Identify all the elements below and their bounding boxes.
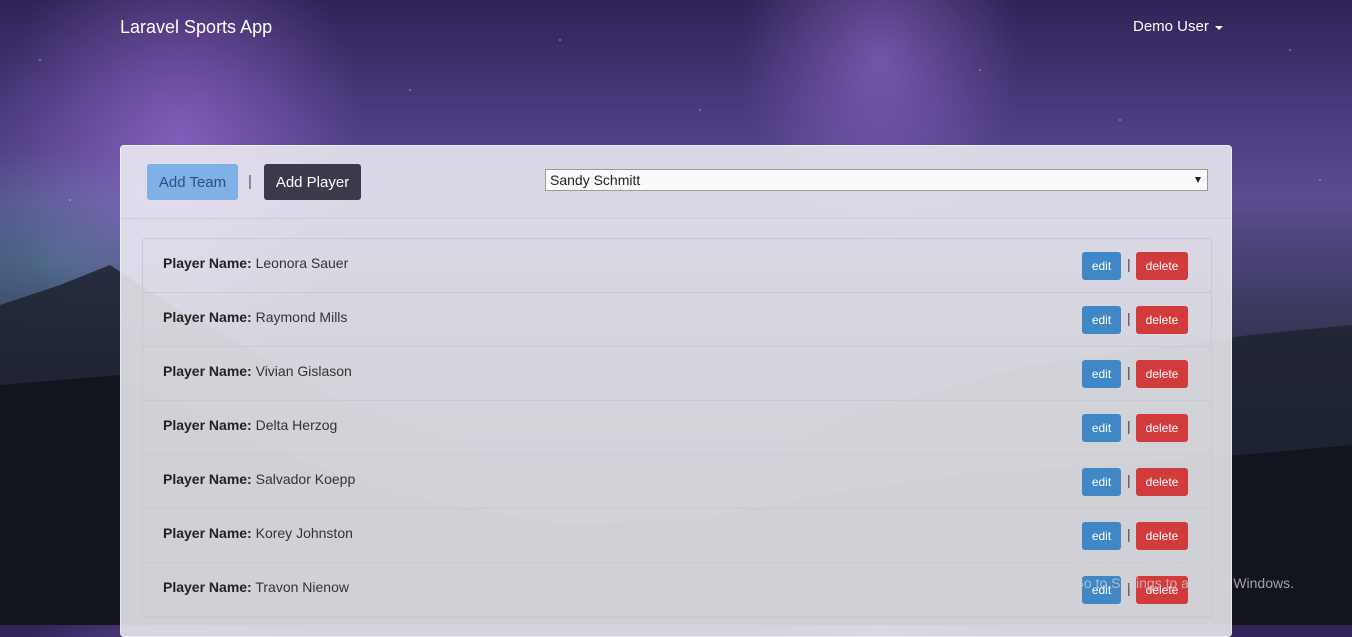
player-row: Player Name: Travon Nienow edit | delete xyxy=(143,563,1211,617)
action-separator: | xyxy=(1127,256,1131,272)
edit-button[interactable]: edit xyxy=(1082,306,1121,334)
team-select-value: Sandy Schmitt xyxy=(550,172,641,188)
player-name-label: Player Name: Raymond Mills xyxy=(163,309,347,325)
players-panel: Add Team | Add Player Sandy Schmitt Play… xyxy=(120,145,1232,637)
player-name-label: Player Name: Delta Herzog xyxy=(163,417,337,433)
player-row: Player Name: Leonora Sauer edit | delete xyxy=(143,239,1211,293)
user-name: Demo User xyxy=(1133,18,1209,35)
user-menu[interactable]: Demo User xyxy=(1133,18,1223,35)
panel-header: Add Team | Add Player Sandy Schmitt xyxy=(121,146,1231,219)
edit-button[interactable]: edit xyxy=(1082,360,1121,388)
player-name-prefix: Player Name: xyxy=(163,471,252,487)
add-team-button[interactable]: Add Team xyxy=(147,164,238,200)
player-name-label: Player Name: Salvador Koepp xyxy=(163,471,355,487)
watermark-subtitle: Go to Settings to activate Windows. xyxy=(1073,575,1294,591)
app-brand[interactable]: Laravel Sports App xyxy=(120,17,272,38)
player-name-prefix: Player Name: xyxy=(163,255,252,271)
add-player-button[interactable]: Add Player xyxy=(264,164,361,200)
toolbar-separator: | xyxy=(248,173,252,190)
player-list: Player Name: Leonora Sauer edit | delete Pla… xyxy=(142,238,1212,618)
player-name-prefix: Player Name: xyxy=(163,579,252,595)
player-row: Player Name: Salvador Koepp edit | delete xyxy=(143,455,1211,509)
delete-button[interactable]: delete xyxy=(1136,360,1188,388)
edit-button[interactable]: edit xyxy=(1082,522,1121,550)
player-name-prefix: Player Name: xyxy=(163,525,252,541)
player-name-value: Leonora Sauer xyxy=(255,255,349,271)
player-row: Player Name: Delta Herzog edit | delete xyxy=(143,401,1211,455)
action-separator: | xyxy=(1127,526,1131,542)
player-name-prefix: Player Name: xyxy=(163,417,252,433)
delete-button[interactable]: delete xyxy=(1136,252,1188,280)
player-name-value: Travon Nienow xyxy=(255,579,349,595)
player-name-value: Delta Herzog xyxy=(255,417,338,433)
edit-button[interactable]: edit xyxy=(1082,414,1121,442)
player-name-label: Player Name: Travon Nienow xyxy=(163,579,349,595)
action-separator: | xyxy=(1127,472,1131,488)
player-name-value: Salvador Koepp xyxy=(255,471,356,487)
player-name-label: Player Name: Korey Johnston xyxy=(163,525,353,541)
edit-button[interactable]: edit xyxy=(1082,252,1121,280)
player-name-prefix: Player Name: xyxy=(163,363,252,379)
player-name-value: Raymond Mills xyxy=(255,309,348,325)
player-name-value: Vivian Gislason xyxy=(255,363,352,379)
watermark-title: Activate Windows xyxy=(1073,550,1216,570)
player-name-prefix: Player Name: xyxy=(163,309,252,325)
player-name-value: Korey Johnston xyxy=(255,525,353,541)
edit-button[interactable]: edit xyxy=(1082,468,1121,496)
action-separator: | xyxy=(1127,418,1131,434)
caret-down-icon xyxy=(1214,25,1223,30)
delete-button[interactable]: delete xyxy=(1136,468,1188,496)
action-separator: | xyxy=(1127,310,1131,326)
player-name-label: Player Name: Vivian Gislason xyxy=(163,363,352,379)
windows-activation-watermark: Activate Windows Go to Settings to activ… xyxy=(1073,550,1294,591)
action-separator: | xyxy=(1127,364,1131,380)
delete-button[interactable]: delete xyxy=(1136,306,1188,334)
player-name-label: Player Name: Leonora Sauer xyxy=(163,255,348,271)
navbar: Laravel Sports App Demo User xyxy=(0,0,1352,56)
delete-button[interactable]: delete xyxy=(1136,522,1188,550)
dropdown-arrow-icon xyxy=(1195,177,1201,183)
delete-button[interactable]: delete xyxy=(1136,414,1188,442)
player-row: Player Name: Korey Johnston edit | delete xyxy=(143,509,1211,563)
player-row: Player Name: Vivian Gislason edit | delete xyxy=(143,347,1211,401)
player-row: Player Name: Raymond Mills edit | delete xyxy=(143,293,1211,347)
team-select[interactable]: Sandy Schmitt xyxy=(545,169,1208,191)
